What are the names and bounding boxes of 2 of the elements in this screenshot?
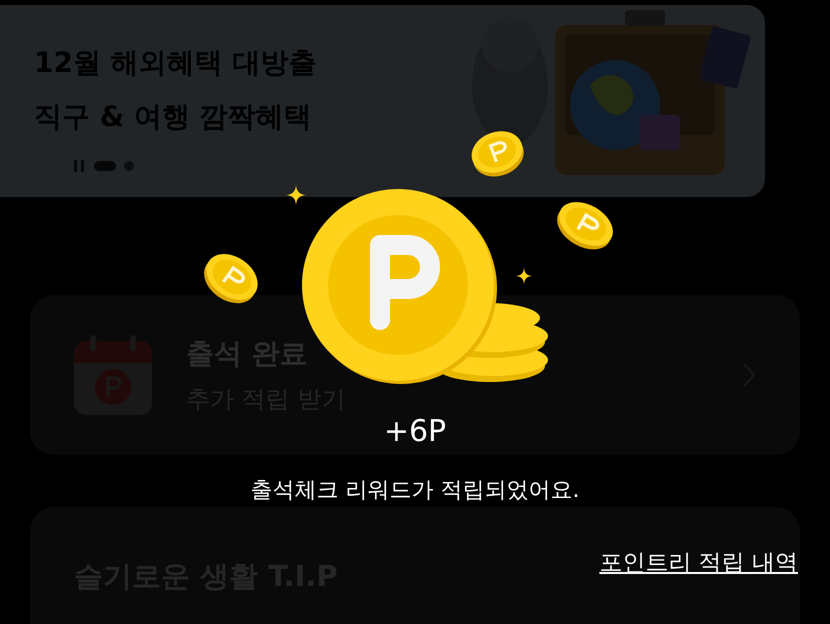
reward-amount: +6P: [384, 414, 446, 449]
reward-message: 출석체크 리워드가 적립되었어요.: [250, 477, 580, 505]
